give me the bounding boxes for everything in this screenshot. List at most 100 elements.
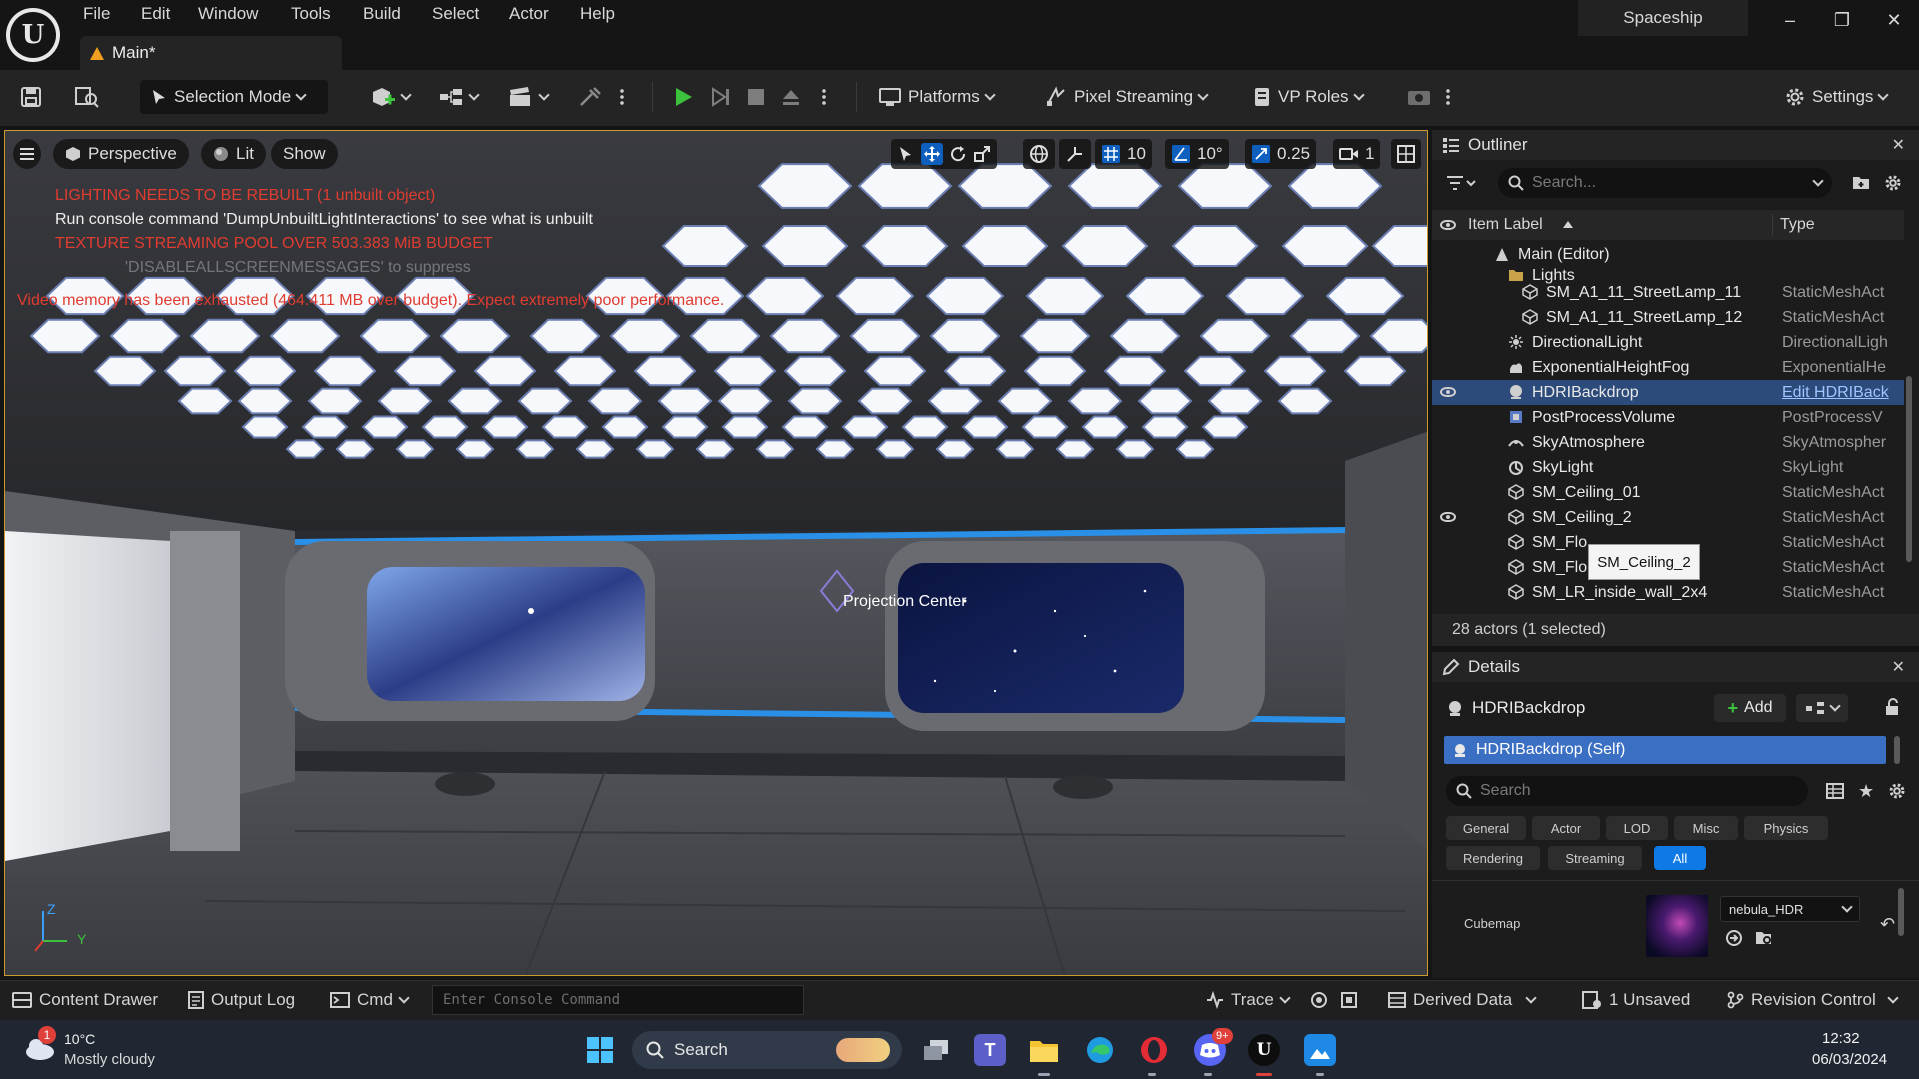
- component-row-self[interactable]: HDRIBackdrop (Self): [1444, 736, 1886, 764]
- live-link-icon[interactable]: [1406, 80, 1432, 114]
- content-drawer-button[interactable]: Content Drawer: [12, 988, 158, 1012]
- surface-snap-icon[interactable]: [1059, 139, 1091, 169]
- blueprints-button[interactable]: [438, 80, 480, 114]
- rotation-snap-control[interactable]: 10°: [1165, 139, 1229, 169]
- trace-dropdown[interactable]: Trace: [1206, 988, 1291, 1012]
- tree-row-post-process-volume[interactable]: PostProcessVolume PostProcessV: [1432, 405, 1904, 430]
- vp-roles-dropdown[interactable]: VP Roles: [1252, 80, 1365, 114]
- blueprint-options-dropdown[interactable]: [1796, 694, 1848, 722]
- menu-edit[interactable]: Edit: [141, 4, 170, 28]
- category-physics[interactable]: Physics: [1744, 816, 1828, 840]
- stop-button[interactable]: [746, 80, 766, 114]
- category-general[interactable]: General: [1446, 816, 1526, 840]
- close-icon[interactable]: ✕: [1892, 657, 1905, 677]
- components-scrollbar[interactable]: [1894, 736, 1900, 764]
- perspective-dropdown[interactable]: Perspective: [53, 139, 189, 169]
- add-component-button[interactable]: + Add: [1714, 694, 1786, 722]
- category-rendering[interactable]: Rendering: [1446, 846, 1540, 870]
- clock-date[interactable]: 06/03/2024: [1812, 1051, 1887, 1068]
- visibility-eye-icon[interactable]: [1440, 512, 1456, 522]
- reset-to-default-icon[interactable]: ↶: [1880, 914, 1895, 935]
- settings-dropdown[interactable]: Settings: [1784, 80, 1890, 114]
- show-dropdown[interactable]: Show: [271, 139, 338, 169]
- details-tab[interactable]: Details ✕: [1432, 652, 1919, 682]
- eject-button[interactable]: [780, 80, 802, 114]
- advance-frame-button[interactable]: [710, 80, 732, 114]
- viewport-menu-icon[interactable]: [13, 139, 41, 169]
- tree-row-sky-light[interactable]: SkyLight SkyLight: [1432, 455, 1904, 480]
- task-view-icon[interactable]: [920, 1034, 952, 1066]
- category-misc[interactable]: Misc: [1674, 816, 1738, 840]
- teams-icon[interactable]: T: [974, 1034, 1006, 1066]
- browse-asset-icon[interactable]: [1754, 928, 1774, 948]
- grid-snap-control[interactable]: 10: [1095, 139, 1152, 169]
- category-all[interactable]: All: [1654, 846, 1706, 870]
- tree-row-hdri-backdrop[interactable]: HDRIBackdrop Edit HDRIBack: [1432, 380, 1904, 405]
- type-column-header[interactable]: Type: [1780, 216, 1815, 234]
- lock-icon[interactable]: [1884, 698, 1900, 716]
- close-icon[interactable]: ✕: [1892, 135, 1905, 155]
- save-icon[interactable]: [20, 80, 42, 114]
- edge-browser-icon[interactable]: [1084, 1034, 1116, 1066]
- menu-help[interactable]: Help: [580, 4, 615, 28]
- cubemap-thumbnail[interactable]: [1646, 895, 1708, 957]
- photos-app-icon[interactable]: [1304, 1034, 1336, 1066]
- unreal-logo-icon[interactable]: U: [6, 8, 60, 62]
- platforms-dropdown[interactable]: Platforms: [878, 80, 996, 114]
- menu-file[interactable]: File: [83, 4, 110, 28]
- play-button[interactable]: [672, 80, 694, 114]
- selection-mode-dropdown[interactable]: Selection Mode: [140, 80, 328, 114]
- tree-row-sm-ceiling-2[interactable]: SM_Ceiling_2 StaticMeshAct: [1432, 505, 1904, 530]
- file-explorer-icon[interactable]: [1028, 1034, 1060, 1066]
- start-button[interactable]: [584, 1034, 616, 1066]
- menu-actor[interactable]: Actor: [509, 4, 549, 28]
- unsaved-button[interactable]: 1 Unsaved: [1582, 988, 1690, 1012]
- details-search-input[interactable]: Search: [1446, 776, 1808, 806]
- trace-snapshot-icon[interactable]: [1340, 988, 1358, 1012]
- close-window-icon[interactable]: ✕: [1874, 6, 1914, 34]
- camera-speed-control[interactable]: 1: [1333, 139, 1381, 169]
- filter-dropdown[interactable]: [1446, 174, 1476, 192]
- restore-icon[interactable]: ❐: [1822, 6, 1862, 34]
- level-viewport[interactable]: Perspective Lit Show 10 10° 0.25 1 LIGHT…: [4, 130, 1428, 976]
- cmd-dropdown[interactable]: Cmd: [330, 988, 410, 1012]
- unreal-engine-taskbar-icon[interactable]: U: [1248, 1034, 1280, 1066]
- item-label-column-header[interactable]: Item Label: [1468, 216, 1543, 234]
- cubemap-asset-dropdown[interactable]: nebula_HDR: [1720, 896, 1860, 922]
- tree-row-exponential-height-fog[interactable]: ExponentialHeightFog ExponentialHe: [1432, 355, 1904, 380]
- outliner-settings-gear-icon[interactable]: [1884, 174, 1902, 192]
- viewport-scene[interactable]: [5, 131, 1428, 976]
- tree-row-streetlamp-11[interactable]: SM_A1_11_StreetLamp_11 StaticMeshAct: [1432, 280, 1904, 305]
- property-matrix-icon[interactable]: [1826, 782, 1844, 800]
- cinematics-button[interactable]: [508, 80, 550, 114]
- trace-record-icon[interactable]: [1310, 988, 1328, 1012]
- tree-row-sm-ceiling-01[interactable]: SM_Ceiling_01 StaticMeshAct: [1432, 480, 1904, 505]
- tab-main-level[interactable]: Main*: [80, 36, 342, 70]
- tree-row-directional-light[interactable]: DirectionalLight DirectionalLigh: [1432, 330, 1904, 355]
- menu-build[interactable]: Build: [363, 4, 401, 28]
- scale-tool-icon[interactable]: [973, 145, 991, 163]
- play-options-icon[interactable]: [822, 80, 826, 114]
- revision-control-dropdown[interactable]: Revision Control: [1726, 988, 1899, 1012]
- translate-tool-icon[interactable]: [921, 143, 943, 165]
- output-log-button[interactable]: Output Log: [188, 988, 295, 1012]
- menu-window[interactable]: Window: [198, 4, 258, 28]
- outliner-scrollbar[interactable]: [1906, 376, 1912, 562]
- derived-data-dropdown[interactable]: Derived Data: [1388, 988, 1537, 1012]
- category-streaming[interactable]: Streaming: [1548, 846, 1642, 870]
- minimize-icon[interactable]: –: [1770, 6, 1810, 34]
- modeling-tools-icon[interactable]: [578, 80, 602, 114]
- favorites-star-icon[interactable]: ★: [1858, 781, 1874, 802]
- viewport-layout-icon[interactable]: [1391, 139, 1421, 169]
- outliner-tab[interactable]: Outliner ✕: [1432, 130, 1919, 160]
- select-tool-icon[interactable]: [897, 145, 915, 163]
- menu-select[interactable]: Select: [432, 4, 479, 28]
- rotate-tool-icon[interactable]: [949, 145, 967, 163]
- add-folder-icon[interactable]: [1852, 174, 1870, 190]
- details-scrollbar[interactable]: [1898, 888, 1904, 936]
- tree-row-streetlamp-12[interactable]: SM_A1_11_StreetLamp_12 StaticMeshAct: [1432, 305, 1904, 330]
- content-browse-icon[interactable]: [74, 80, 100, 114]
- tree-row-sky-atmosphere[interactable]: SkyAtmosphere SkyAtmospher: [1432, 430, 1904, 455]
- opera-browser-icon[interactable]: [1138, 1034, 1170, 1066]
- lit-dropdown[interactable]: Lit: [201, 139, 266, 169]
